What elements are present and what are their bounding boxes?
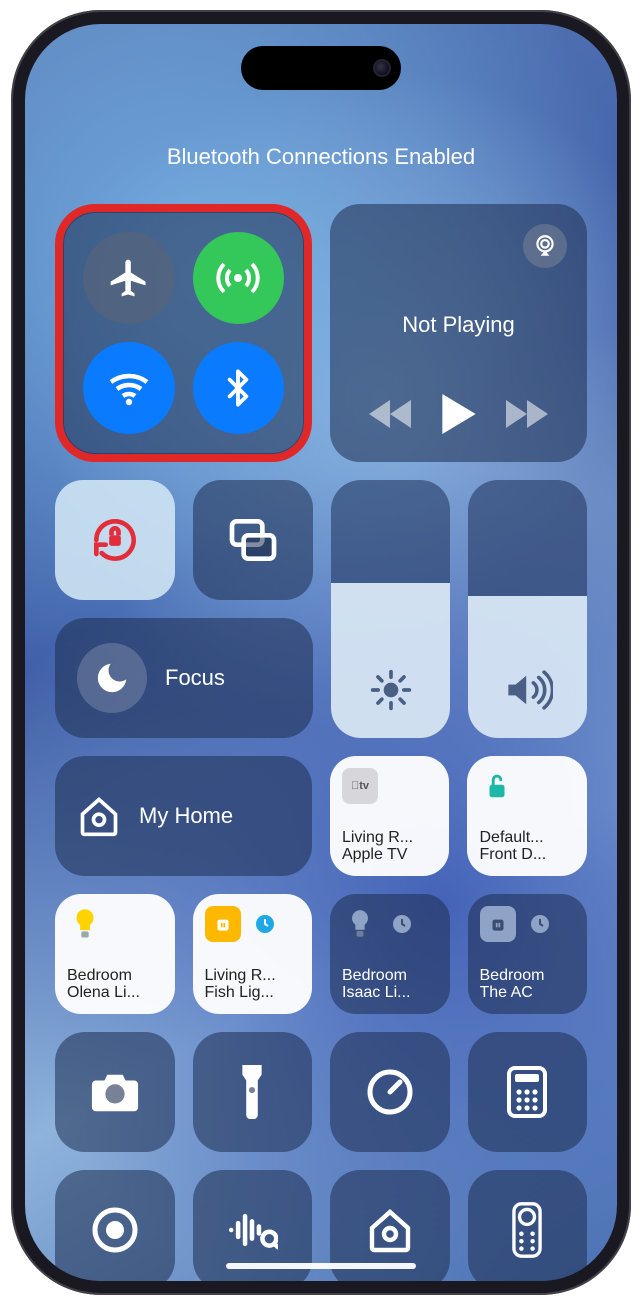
home-icon <box>77 794 121 838</box>
connectivity-module[interactable] <box>55 204 312 462</box>
volume-slider[interactable] <box>468 480 587 738</box>
accessory-line2: Isaac Li... <box>342 984 438 1002</box>
accessory-line2: Apple TV <box>342 846 438 864</box>
screen: Bluetooth Connections Enabled <box>25 24 617 1281</box>
accessory-appletv[interactable]: tv Living R... Apple TV <box>330 756 450 876</box>
phone-frame: Bluetooth Connections Enabled <box>11 10 631 1295</box>
bluetooth-button[interactable] <box>193 342 285 434</box>
airplane-mode-button[interactable] <box>83 232 175 324</box>
status-banner: Bluetooth Connections Enabled <box>55 144 587 170</box>
camera-icon <box>90 1070 140 1114</box>
accessory-line1: Bedroom <box>342 967 438 985</box>
accessory-bedroom-isaac[interactable]: Bedroom Isaac Li... <box>330 894 450 1014</box>
control-center: Bluetooth Connections Enabled <box>25 24 617 1281</box>
accessory-living-fish[interactable]: Living R... Fish Lig... <box>193 894 313 1014</box>
accessory-line1: Living R... <box>342 829 438 847</box>
flashlight-button[interactable] <box>193 1032 313 1152</box>
plug-off-icon <box>480 906 516 942</box>
brightness-icon <box>369 668 413 712</box>
timer-icon <box>366 1068 414 1116</box>
home-button[interactable]: My Home <box>55 756 312 876</box>
accessory-line2: Front D... <box>479 846 575 864</box>
accessory-line2: Olena Li... <box>67 984 163 1002</box>
bulb-on-icon <box>67 906 103 942</box>
accessory-line2: The AC <box>480 984 576 1002</box>
clock-icon <box>384 906 420 942</box>
brightness-fill <box>331 583 450 738</box>
brightness-slider[interactable] <box>331 480 450 738</box>
rewind-button[interactable] <box>369 399 411 429</box>
accessory-line2: Fish Lig... <box>205 984 301 1002</box>
accessory-frontdoor[interactable]: Default... Front D... <box>467 756 587 876</box>
clock-icon <box>522 906 558 942</box>
timer-button[interactable] <box>330 1032 450 1152</box>
accessory-bedroom-olena[interactable]: Bedroom Olena Li... <box>55 894 175 1014</box>
home-indicator[interactable] <box>226 1263 416 1269</box>
forward-button[interactable] <box>506 399 548 429</box>
screen-mirroring-icon <box>225 512 281 568</box>
play-button[interactable] <box>441 394 477 434</box>
airplane-icon <box>107 256 151 300</box>
record-icon <box>91 1206 139 1254</box>
remote-icon <box>512 1202 542 1258</box>
screen-record-button[interactable] <box>55 1170 175 1281</box>
wifi-button[interactable] <box>83 342 175 434</box>
home-app-icon <box>366 1206 414 1254</box>
cellular-data-button[interactable] <box>193 232 285 324</box>
media-title: Not Playing <box>350 312 567 338</box>
camera-button[interactable] <box>55 1032 175 1152</box>
home-label: My Home <box>139 803 233 829</box>
airplay-icon <box>532 233 558 259</box>
plug-on-icon <box>205 906 241 942</box>
lock-open-icon <box>479 768 515 804</box>
airplay-button[interactable] <box>523 224 567 268</box>
accessory-line1: Default... <box>479 829 575 847</box>
focus-label: Focus <box>165 665 225 691</box>
clock-icon <box>247 906 283 942</box>
orientation-lock-icon <box>87 512 143 568</box>
moon-icon <box>93 659 131 697</box>
focus-button[interactable]: Focus <box>55 618 313 738</box>
front-camera <box>373 59 391 77</box>
orientation-lock-button[interactable] <box>55 480 175 600</box>
dynamic-island <box>241 46 401 90</box>
volume-icon <box>503 668 553 712</box>
media-module[interactable]: Not Playing <box>330 204 587 462</box>
accessory-line1: Bedroom <box>67 967 163 985</box>
flashlight-icon <box>238 1065 266 1119</box>
bulb-off-icon <box>342 906 378 942</box>
bluetooth-icon <box>218 368 258 408</box>
accessory-bedroom-ac[interactable]: Bedroom The AC <box>468 894 588 1014</box>
tv-remote-button[interactable] <box>468 1170 588 1281</box>
calculator-icon <box>507 1066 547 1118</box>
shazam-icon <box>226 1208 278 1252</box>
calculator-button[interactable] <box>468 1032 588 1152</box>
accessory-line1: Bedroom <box>480 967 576 985</box>
appletv-icon: tv <box>342 768 378 804</box>
wifi-icon <box>105 364 153 412</box>
accessory-line1: Living R... <box>205 967 301 985</box>
screen-mirroring-button[interactable] <box>193 480 313 600</box>
cellular-icon <box>214 254 262 302</box>
